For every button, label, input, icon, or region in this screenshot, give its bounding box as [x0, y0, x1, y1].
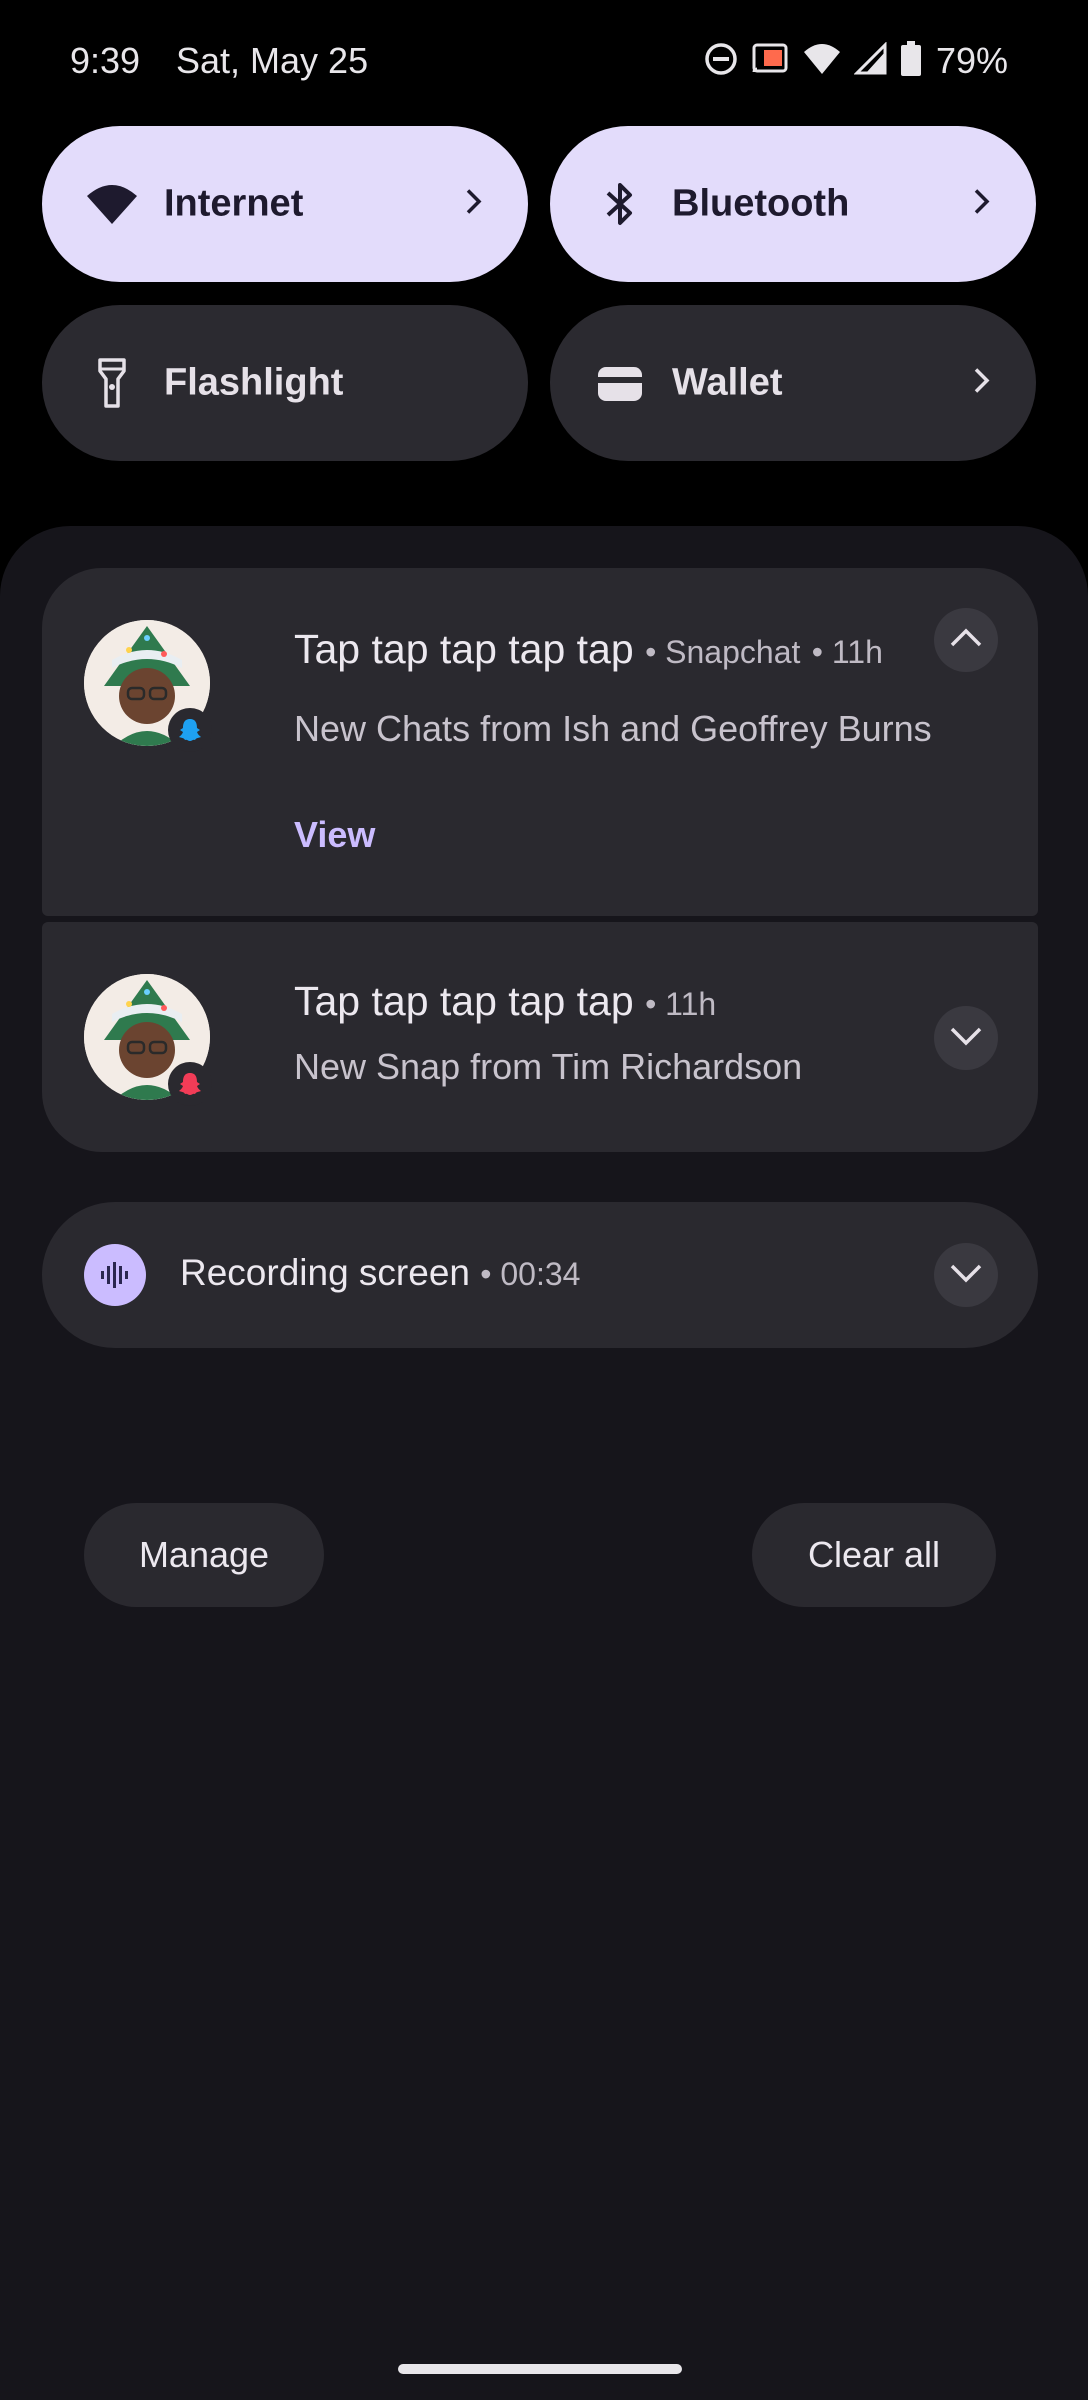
view-action-button[interactable]: View	[294, 814, 375, 856]
manage-button[interactable]: Manage	[84, 1503, 324, 1607]
tile-label: Bluetooth	[672, 182, 850, 225]
tile-label: Internet	[164, 182, 304, 225]
notification-text: New Chats from Ish and Geoffrey Burns	[294, 708, 932, 749]
flashlight-icon	[84, 355, 140, 411]
expand-button[interactable]	[934, 1006, 998, 1070]
recording-title: Recording screen • 00:34	[180, 1252, 581, 1293]
bluetooth-icon	[592, 176, 648, 232]
tile-flashlight[interactable]: Flashlight	[42, 305, 528, 461]
clear-all-button[interactable]: Clear all	[752, 1503, 996, 1607]
cast-icon	[750, 42, 790, 81]
home-gesture-handle[interactable]	[398, 2364, 682, 2374]
recording-notification[interactable]: Recording screen • 00:34	[42, 1202, 1038, 1348]
wifi-icon	[84, 176, 140, 232]
chevron-right-icon	[464, 187, 484, 222]
notification-text: New Snap from Tim Richardson	[294, 1046, 803, 1087]
status-icons: 79%	[704, 40, 1008, 82]
notification-card[interactable]: Tap tap tap tap tap • Snapchat • 11h New…	[42, 568, 1038, 916]
recording-icon	[84, 1244, 146, 1306]
status-date: Sat, May 25	[176, 40, 369, 81]
signal-icon	[853, 40, 888, 81]
chevron-right-icon	[972, 187, 992, 222]
tile-wallet[interactable]: Wallet	[550, 305, 1036, 461]
notification-time: 11h	[831, 634, 883, 670]
battery-icon	[900, 40, 922, 82]
tile-bluetooth[interactable]: Bluetooth	[550, 126, 1036, 282]
collapse-button[interactable]	[934, 608, 998, 672]
chevron-right-icon	[972, 366, 992, 401]
expand-button[interactable]	[934, 1243, 998, 1307]
dnd-icon	[704, 42, 738, 81]
chevron-up-icon	[948, 627, 984, 654]
notification-title: Tap tap tap tap tap • Snapchat • 11h	[294, 626, 883, 672]
tile-label: Wallet	[672, 361, 783, 404]
tile-label: Flashlight	[164, 361, 344, 404]
battery-percent: 79%	[935, 40, 1008, 81]
snapchat-badge	[168, 708, 212, 752]
chevron-down-icon	[948, 1262, 984, 1289]
status-time: 9:39	[70, 40, 141, 81]
wifi-icon	[802, 42, 842, 81]
chevron-down-icon	[948, 1025, 984, 1052]
snapchat-badge	[168, 1062, 212, 1106]
tile-internet[interactable]: Internet	[42, 126, 528, 282]
wallet-icon	[592, 355, 648, 411]
notification-card[interactable]: Tap tap tap tap tap • 11h New Snap from …	[42, 922, 1038, 1152]
notification-time: 11h	[665, 986, 717, 1022]
recording-elapsed: 00:34	[500, 1256, 581, 1292]
notification-app: Snapchat	[665, 634, 801, 670]
notification-title: Tap tap tap tap tap • 11h	[294, 978, 717, 1024]
